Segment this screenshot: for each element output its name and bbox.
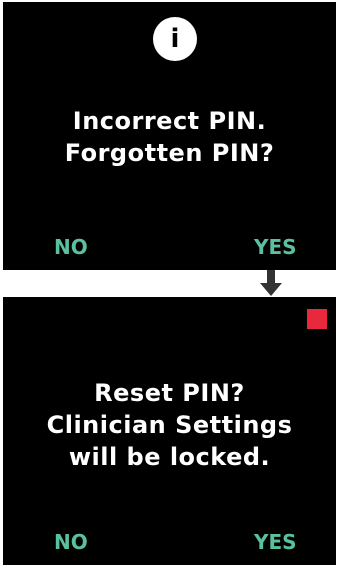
yes-button[interactable]: YES	[254, 235, 297, 259]
message-line: Forgotten PIN?	[64, 139, 275, 167]
incorrect-pin-message: Incorrect PIN. Forgotten PIN?	[3, 105, 336, 169]
reset-pin-screen: Reset PIN? Clinician Settings will be lo…	[3, 297, 336, 565]
no-button[interactable]: NO	[54, 235, 88, 259]
message-line: will be locked.	[68, 443, 271, 471]
message-line: Incorrect PIN.	[72, 107, 267, 135]
incorrect-pin-screen: i Incorrect PIN. Forgotten PIN? NO YES	[3, 2, 336, 270]
message-line: Clinician Settings	[46, 411, 293, 439]
message-line: Reset PIN?	[94, 379, 245, 407]
reset-pin-message: Reset PIN? Clinician Settings will be lo…	[3, 377, 336, 473]
yes-button[interactable]: YES	[254, 530, 297, 554]
info-icon: i	[153, 17, 197, 61]
no-button[interactable]: NO	[54, 530, 88, 554]
pin-reset-flow: i Incorrect PIN. Forgotten PIN? NO YES R…	[0, 0, 339, 568]
down-arrow-icon	[260, 270, 282, 296]
alert-square-icon	[307, 309, 327, 329]
